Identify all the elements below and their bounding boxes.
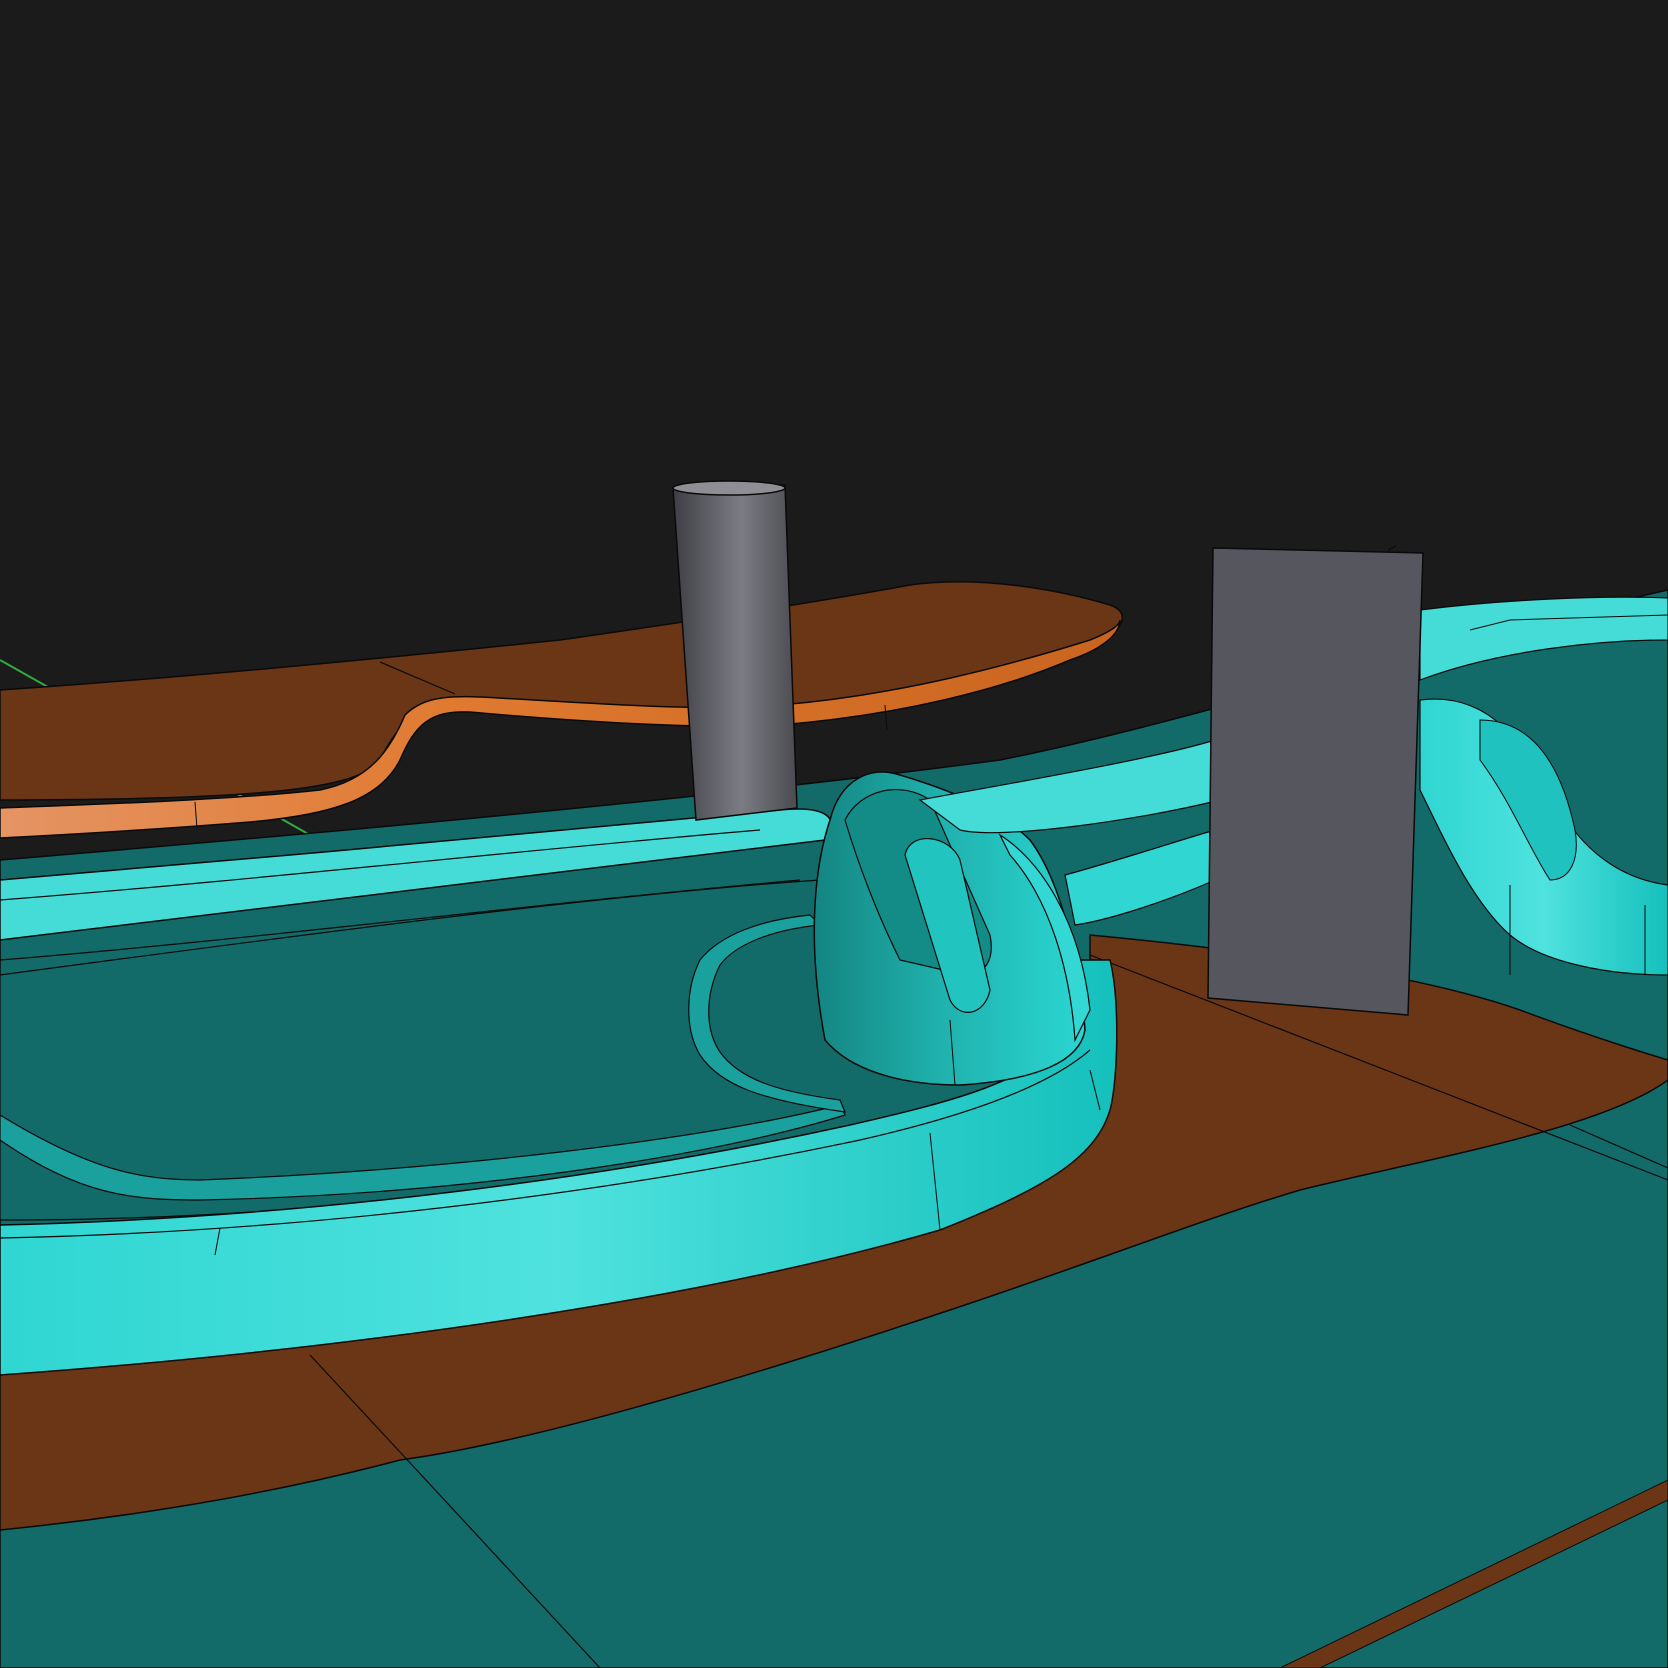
block-front-face bbox=[1207, 547, 1424, 1016]
gray-rectangular-block[interactable] bbox=[1207, 545, 1424, 1016]
3d-viewport[interactable] bbox=[0, 0, 1668, 1668]
scene-canvas[interactable] bbox=[0, 0, 1668, 1668]
cylinder-top-cap bbox=[672, 480, 786, 496]
